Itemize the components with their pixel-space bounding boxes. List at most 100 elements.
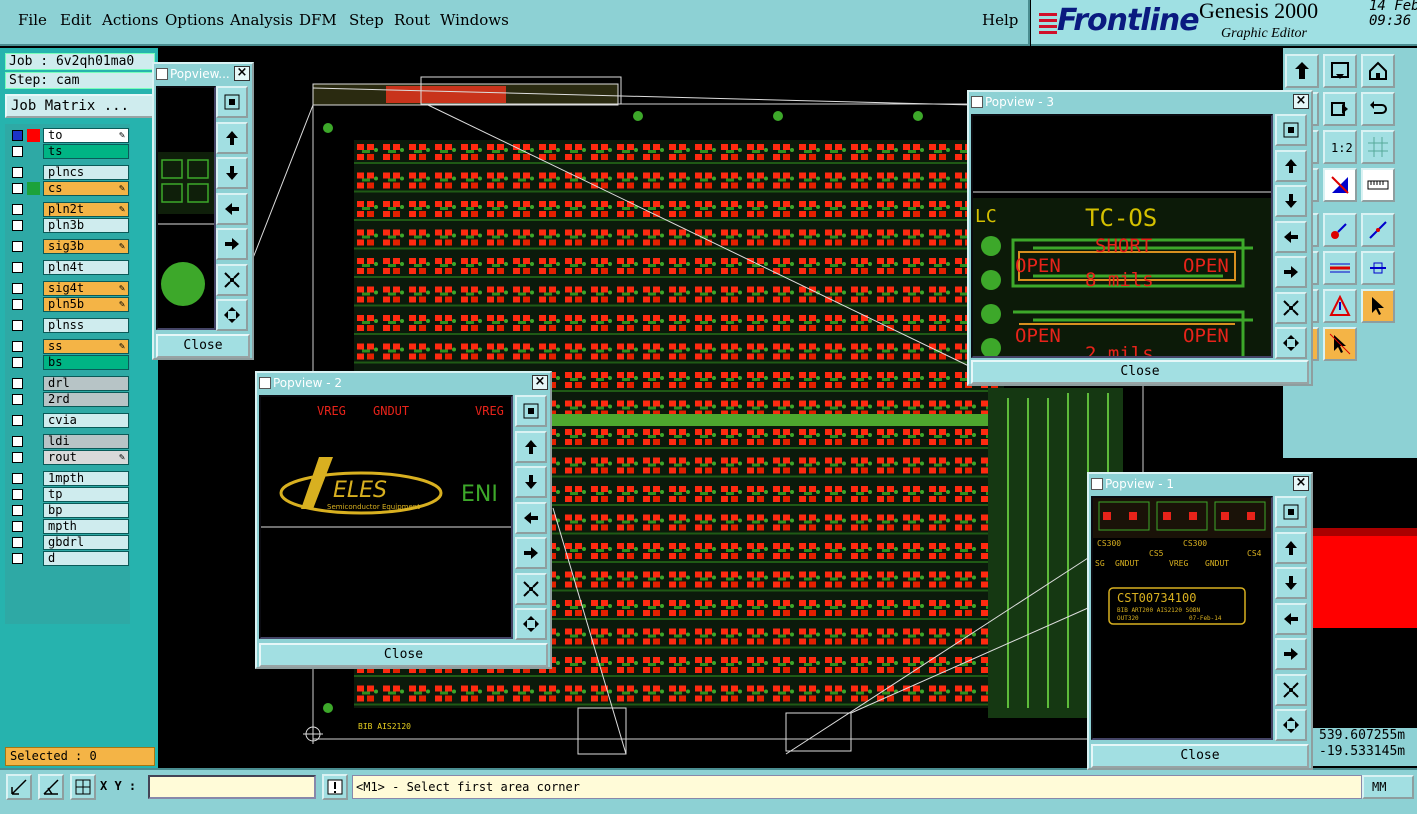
- layer-checkbox[interactable]: [12, 262, 23, 273]
- popview-pan-left-button[interactable]: [216, 192, 248, 225]
- popview-center-button[interactable]: [1275, 327, 1307, 359]
- layer-color-swatch[interactable]: [27, 182, 40, 195]
- popview-pan-up-button[interactable]: [1275, 149, 1307, 182]
- layer-name[interactable]: d: [43, 551, 129, 566]
- layer-checkbox[interactable]: [12, 220, 23, 231]
- popview-pan-up-button[interactable]: [216, 121, 248, 154]
- layer-name[interactable]: 1mpth: [43, 471, 129, 486]
- hline-button[interactable]: [1323, 251, 1357, 285]
- layer-name[interactable]: sig4t ✎: [43, 281, 129, 296]
- layer-name[interactable]: drl: [43, 376, 129, 391]
- layer-checkbox[interactable]: [12, 537, 23, 548]
- layer-name[interactable]: ldi: [43, 434, 129, 449]
- layer-checkbox[interactable]: [12, 320, 23, 331]
- layer-name[interactable]: 2rd: [43, 392, 129, 407]
- popview-zoom-fit-button[interactable]: [216, 263, 248, 296]
- menu-dfm[interactable]: DFM: [299, 11, 337, 29]
- upload-button[interactable]: [1285, 54, 1319, 88]
- popview-pan-down-button[interactable]: [1275, 185, 1307, 217]
- popview-3-view[interactable]: LC TC-OS SHORT OPEN OPEN 8 mils OPEN OPE…: [971, 114, 1273, 358]
- close-icon[interactable]: ×: [1293, 476, 1309, 491]
- popview-small-titlebar[interactable]: Popview... ×: [156, 66, 250, 82]
- layer-checkbox[interactable]: [12, 415, 23, 426]
- layer-checkbox[interactable]: [12, 436, 23, 447]
- layer-row-pln5b[interactable]: pln5b ✎: [9, 297, 129, 312]
- layer-checkbox[interactable]: [12, 394, 23, 405]
- layer-name[interactable]: ts: [43, 144, 129, 159]
- layer-checkbox[interactable]: [12, 183, 23, 194]
- layer-checkbox[interactable]: [12, 204, 23, 215]
- layer-row-drl[interactable]: drl: [9, 376, 129, 391]
- popview-pan-left-button[interactable]: [515, 501, 547, 534]
- layer-checkbox[interactable]: [12, 505, 23, 516]
- popview-1-titlebar[interactable]: Popview - 1 ×: [1091, 476, 1309, 492]
- layer-name[interactable]: bp: [43, 503, 129, 518]
- download-button[interactable]: [1323, 54, 1357, 88]
- line-button[interactable]: [1361, 213, 1395, 247]
- layer-checkbox[interactable]: [12, 146, 23, 157]
- layer-checkbox[interactable]: [12, 452, 23, 463]
- layer-name[interactable]: gbdrl: [43, 535, 129, 550]
- layer-row-bs[interactable]: bs: [9, 355, 129, 370]
- layer-checkbox[interactable]: [12, 378, 23, 389]
- undo-button[interactable]: [1361, 92, 1395, 126]
- layer-row-to[interactable]: to ✎: [9, 128, 129, 143]
- connect-button[interactable]: [1323, 213, 1357, 247]
- popview-3-close-button[interactable]: Close: [971, 360, 1309, 384]
- home-button[interactable]: [1361, 54, 1395, 88]
- popview-zoom-window-button[interactable]: [1275, 496, 1307, 528]
- layer-checkbox[interactable]: [12, 357, 23, 368]
- popview-zoom-window-button[interactable]: [1275, 114, 1307, 146]
- popview-pan-up-button[interactable]: [1275, 531, 1307, 564]
- layer-checkbox[interactable]: [12, 241, 23, 252]
- layer-row-rout[interactable]: rout ✎: [9, 450, 129, 465]
- layer-color-swatch[interactable]: [27, 129, 40, 142]
- layer-name[interactable]: plncs: [43, 165, 129, 180]
- menu-options[interactable]: Options: [165, 11, 224, 29]
- popview-pan-left-button[interactable]: [1275, 602, 1307, 635]
- layer-row-cs[interactable]: cs ✎: [9, 181, 129, 196]
- export-button[interactable]: [1323, 92, 1357, 126]
- layer-row-bp[interactable]: bp: [9, 503, 129, 518]
- layer-row-plncs[interactable]: plncs: [9, 165, 129, 180]
- menu-rout[interactable]: Rout: [394, 11, 430, 29]
- layer-name[interactable]: pln3b: [43, 218, 129, 233]
- ruler-button[interactable]: [1361, 168, 1395, 202]
- select-area-button[interactable]: [1323, 327, 1357, 361]
- layer-name[interactable]: cs ✎: [43, 181, 129, 196]
- popview-zoom-fit-button[interactable]: [1275, 291, 1307, 324]
- layer-name[interactable]: mpth: [43, 519, 129, 534]
- layer-checkbox[interactable]: [12, 167, 23, 178]
- layer-checkbox[interactable]: [12, 489, 23, 500]
- menu-file[interactable]: File: [18, 11, 47, 29]
- peak-button[interactable]: [1323, 289, 1357, 323]
- menu-analysis[interactable]: Analysis: [230, 11, 293, 29]
- popview-pan-down-button[interactable]: [515, 466, 547, 498]
- layer-checkbox[interactable]: [12, 553, 23, 564]
- close-icon[interactable]: ×: [1293, 94, 1309, 109]
- layer-checkbox[interactable]: [12, 521, 23, 532]
- close-icon[interactable]: ×: [234, 66, 250, 81]
- layer-row-ldi[interactable]: ldi: [9, 434, 129, 449]
- xy-input[interactable]: [148, 775, 316, 799]
- menu-edit[interactable]: Edit: [60, 11, 91, 29]
- close-icon[interactable]: ×: [532, 375, 548, 390]
- measure-button[interactable]: [1323, 168, 1357, 202]
- popview-zoom-fit-button[interactable]: [1275, 673, 1307, 706]
- layer-row-2rd[interactable]: 2rd: [9, 392, 129, 407]
- layer-row-ss[interactable]: ss ✎: [9, 339, 129, 354]
- menu-help[interactable]: Help: [982, 11, 1018, 29]
- popview-center-button[interactable]: [216, 299, 248, 331]
- layer-row-sig4t[interactable]: sig4t ✎: [9, 281, 129, 296]
- popview-zoom-window-button[interactable]: [216, 86, 248, 118]
- popview-pan-down-button[interactable]: [216, 157, 248, 189]
- popview-3-titlebar[interactable]: Popview - 3 ×: [971, 94, 1309, 110]
- popview-pan-right-button[interactable]: [216, 228, 248, 260]
- layer-checkbox[interactable]: [12, 341, 23, 352]
- menu-windows[interactable]: Windows: [440, 11, 509, 29]
- layer-row-pln2t[interactable]: pln2t ✎: [9, 202, 129, 217]
- popview-small-view[interactable]: [156, 86, 216, 330]
- popview-1-view[interactable]: CS300 CS300 CS5 CS4 SG GNDUT VREG GNDUT …: [1091, 496, 1273, 740]
- layer-checkbox[interactable]: [12, 473, 23, 484]
- layer-row-tp[interactable]: tp: [9, 487, 129, 502]
